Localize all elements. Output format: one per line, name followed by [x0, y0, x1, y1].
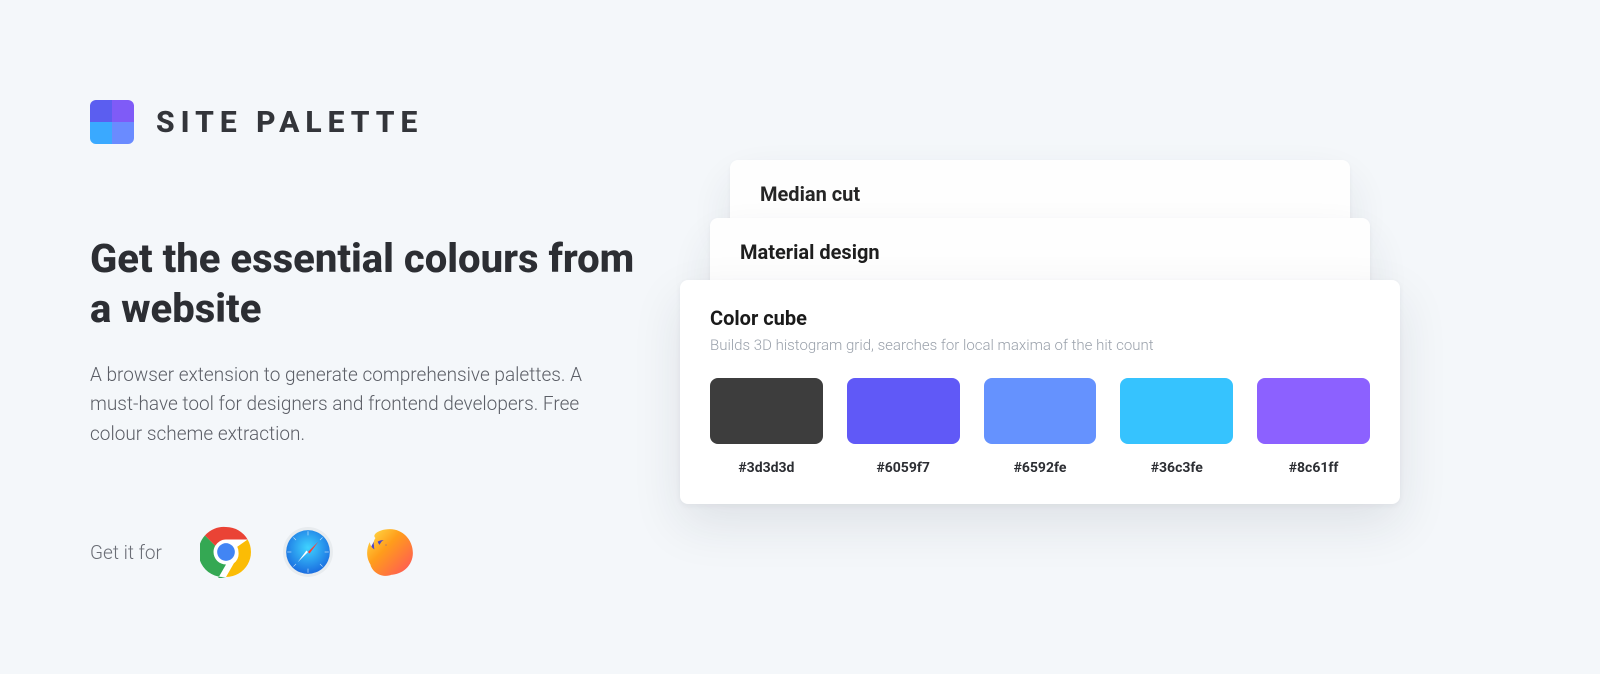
hero-subtext: A browser extension to generate comprehe… — [90, 360, 590, 448]
swatch-color — [710, 378, 823, 444]
card-description: Builds 3D histogram grid, searches for l… — [710, 336, 1370, 354]
get-it-for-row: Get it for — [90, 526, 650, 578]
swatch-hex-label: #6059f7 — [876, 460, 929, 476]
hero-headline: Get the essential colours from a website — [90, 234, 650, 334]
swatch-hex-label: #3d3d3d — [738, 460, 794, 476]
brand-name: SITE PALETTE — [156, 105, 423, 140]
swatch-color — [847, 378, 960, 444]
brand-header: SITE PALETTE — [90, 100, 650, 144]
brand-logo-icon — [90, 100, 134, 144]
card-title: Material design — [740, 240, 1340, 264]
card-title: Median cut — [760, 182, 1320, 206]
chrome-icon[interactable] — [200, 526, 252, 578]
card-title: Color cube — [710, 306, 1370, 330]
safari-icon[interactable] — [282, 526, 334, 578]
firefox-icon[interactable] — [364, 526, 416, 578]
swatch-hex-label: #36c3fe — [1151, 460, 1203, 476]
get-it-for-label: Get it for — [90, 541, 162, 564]
swatch-item[interactable]: #6059f7 — [847, 378, 960, 476]
swatch-color — [1120, 378, 1233, 444]
swatch-item[interactable]: #6592fe — [984, 378, 1097, 476]
swatch-hex-label: #6592fe — [1014, 460, 1067, 476]
palette-card-color-cube[interactable]: Color cube Builds 3D histogram grid, sea… — [680, 280, 1400, 504]
swatch-item[interactable]: #36c3fe — [1120, 378, 1233, 476]
swatch-color — [1257, 378, 1370, 444]
swatch-item[interactable]: #8c61ff — [1257, 378, 1370, 476]
swatch-color — [984, 378, 1097, 444]
swatch-row: #3d3d3d #6059f7 #6592fe #36c3fe #8c61ff — [710, 378, 1370, 476]
swatch-hex-label: #8c61ff — [1289, 460, 1339, 476]
swatch-item[interactable]: #3d3d3d — [710, 378, 823, 476]
